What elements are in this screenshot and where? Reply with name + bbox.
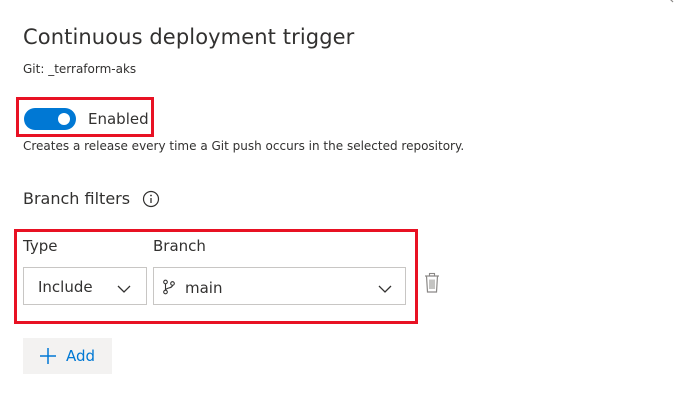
- toggle-label: Enabled: [88, 110, 149, 128]
- deployment-trigger-panel: Continuous deployment trigger Git: _terr…: [0, 0, 688, 400]
- repository-subtitle: Git: _terraform-aks: [23, 62, 137, 76]
- chevron-down-glyph: [117, 285, 131, 293]
- type-column-header: Type: [23, 237, 58, 255]
- plus-icon: [38, 346, 58, 366]
- branch-dropdown[interactable]: main: [153, 267, 406, 305]
- info-icon[interactable]: [142, 190, 160, 208]
- add-button-label: Add: [66, 347, 96, 365]
- branch-dropdown-value: main: [185, 279, 223, 297]
- add-filter-button[interactable]: Add: [23, 338, 112, 374]
- trigger-description: Creates a release every time a Git push …: [23, 139, 465, 153]
- toggle-knob: [58, 113, 70, 125]
- git-branch-icon: [162, 279, 176, 295]
- plus-glyph: [40, 348, 56, 364]
- chevron-right-glyph: [670, 0, 674, 3]
- chevron-down-icon: [116, 280, 132, 293]
- info-icon-glyph: [142, 190, 160, 208]
- chevron-down-glyph: [378, 285, 392, 293]
- branch-filters-heading: Branch filters: [23, 189, 131, 208]
- type-dropdown[interactable]: Include: [23, 267, 147, 305]
- git-branch-glyph: [163, 279, 175, 295]
- trash-icon[interactable]: [423, 272, 441, 294]
- chevron-right-icon[interactable]: [666, 0, 676, 12]
- trash-glyph: [425, 272, 439, 293]
- panel-title: Continuous deployment trigger: [23, 25, 355, 49]
- type-dropdown-value: Include: [38, 278, 93, 296]
- branch-column-header: Branch: [153, 237, 206, 255]
- enabled-toggle[interactable]: [24, 108, 76, 130]
- chevron-down-icon: [377, 280, 393, 293]
